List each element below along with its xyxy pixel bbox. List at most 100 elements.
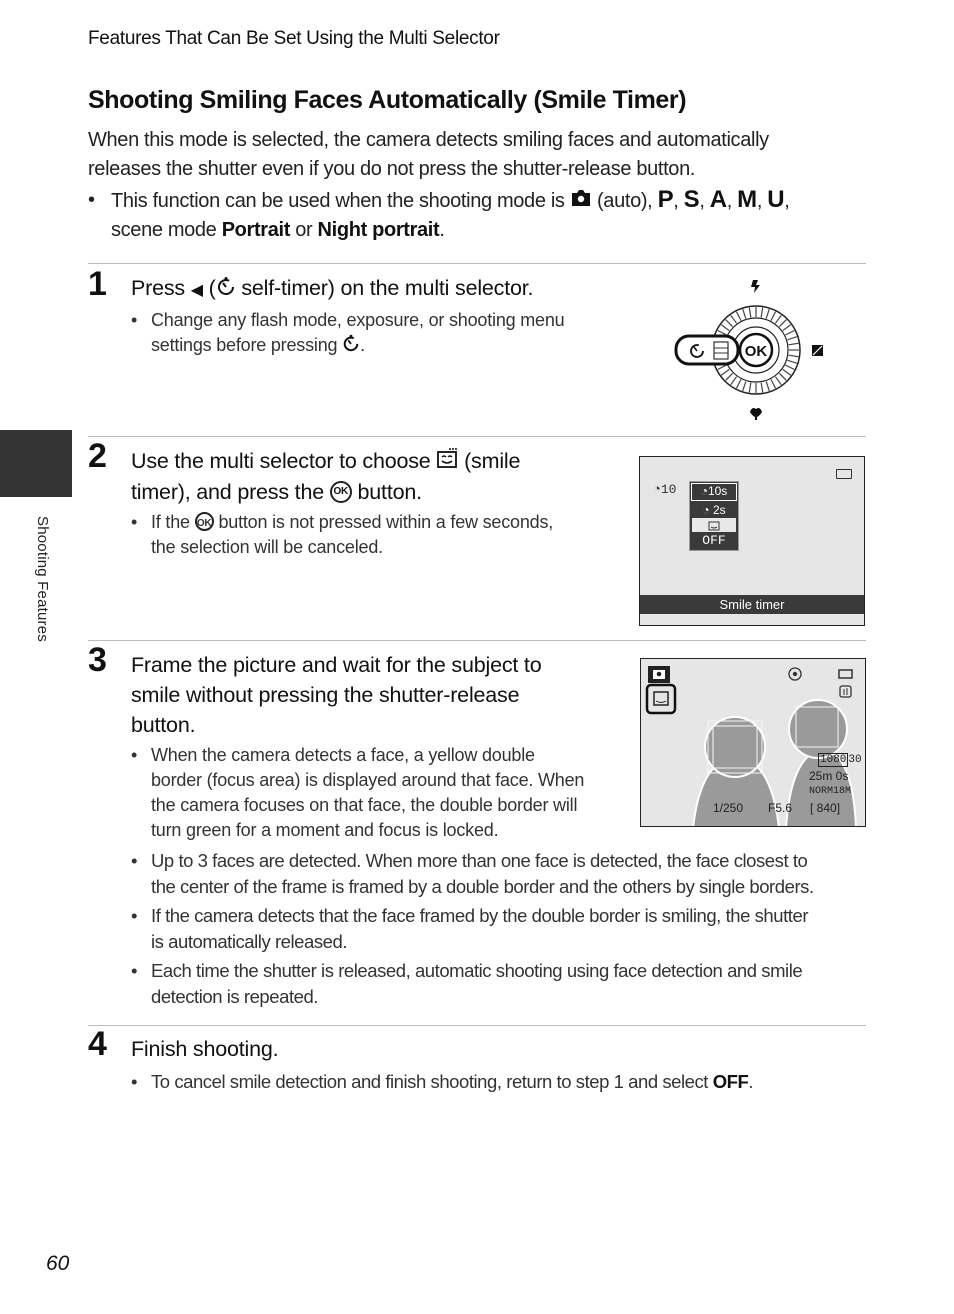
bullet-dot: • <box>131 905 138 926</box>
mode-m: M <box>737 186 757 213</box>
left-arrow-icon: ◀ <box>190 282 203 299</box>
modes-bullet: • This function can be used when the sho… <box>88 186 878 244</box>
off-label: OFF <box>712 1071 749 1092</box>
step-number: 2 <box>88 437 107 475</box>
step-title: Finish shooting. <box>131 1037 279 1061</box>
shutter-speed: 1/250 <box>713 801 744 815</box>
bullet-text: If the <box>151 512 190 532</box>
mode-p: P <box>657 186 674 213</box>
step-title-line: Frame the picture and wait for the subje… <box>131 653 542 677</box>
period: . <box>439 218 445 241</box>
step-number: 4 <box>88 1025 107 1063</box>
page-number: 60 <box>46 1252 70 1275</box>
step-bullet: • Up to 3 faces are detected. When more … <box>131 848 876 899</box>
current-timer-indicator: ◔10 <box>653 482 676 497</box>
bullet-dot: • <box>131 1071 138 1092</box>
bullet-dot: • <box>131 512 138 532</box>
step-title-text: Press <box>131 276 185 300</box>
vibration-reduction-icon <box>839 685 852 698</box>
self-timer-icon: ◔ <box>653 482 661 497</box>
bullet-text: the selection will be canceled. <box>151 537 383 557</box>
flash-icon <box>751 280 760 293</box>
smile-timer-icon <box>645 683 677 715</box>
battery-icon <box>836 469 852 479</box>
bullet-text: Change any flash mode, exposure, or shoo… <box>151 310 565 330</box>
menu-item-smile-timer[interactable] <box>692 518 736 532</box>
intro-line: When this mode is selected, the camera d… <box>88 129 769 151</box>
multi-selector-figure: OK <box>670 272 840 427</box>
step-title: Frame the picture and wait for the subje… <box>131 650 621 740</box>
bullet-text: border (focus area) is displayed around … <box>151 770 585 790</box>
bullet-dot: • <box>131 850 138 871</box>
bullet-dot: • <box>131 960 138 981</box>
screen-caption: Smile timer <box>640 595 864 614</box>
macro-icon <box>750 408 762 420</box>
step-title-text: (smile <box>464 449 521 473</box>
mode-s: S <box>683 186 700 213</box>
bullet-text: settings before pressing <box>151 335 338 355</box>
step-number: 3 <box>88 641 107 679</box>
camera-mode-icon <box>648 666 670 683</box>
face-detection-icon <box>788 667 802 681</box>
bullet-text: the center of the frame is framed by a d… <box>151 875 814 897</box>
timer-menu: ◔10s ◔ 2s OFF <box>689 481 739 551</box>
camera-screen-face-detection: 1080 30 25m 0s NORM18M 1/250 F5.6 [ 840] <box>640 658 866 827</box>
step-bullet: • If the camera detects that the face fr… <box>131 903 876 954</box>
chapter-tab <box>0 430 72 497</box>
menu-item-10s[interactable]: ◔10s <box>691 483 737 501</box>
intro-line: releases the shutter even if you do not … <box>88 158 696 180</box>
divider <box>88 640 866 641</box>
bullet-text: If the camera detects that the face fram… <box>151 905 809 926</box>
bullet-dot: • <box>131 745 138 765</box>
bullet-text: To cancel smile detection and finish sho… <box>151 1071 708 1092</box>
movie-size: 1080 <box>818 753 849 767</box>
night-portrait-label: Night portrait <box>317 218 440 241</box>
exposures-remaining: [ 840] <box>810 801 841 815</box>
step-bullet: • To cancel smile detection and finish s… <box>131 1069 876 1095</box>
bullet-text: turn green for a moment and focus is loc… <box>151 820 499 840</box>
movie-fps: 30 <box>848 754 862 766</box>
bullet-text: Up to 3 faces are detected. When more th… <box>151 850 808 871</box>
auto-label: (auto), <box>597 190 653 212</box>
step-title-text: Use the multi selector to choose <box>131 449 431 473</box>
intro-paragraph: When this mode is selected, the camera d… <box>88 126 868 184</box>
mode-u: U <box>767 186 785 213</box>
mode-a: A <box>709 186 727 213</box>
modes-text: This function can be used when the shoot… <box>111 190 565 212</box>
left-button-highlight <box>674 334 740 366</box>
step-title-text: button. <box>357 480 423 505</box>
ok-button-icon: OK <box>194 512 214 532</box>
current-timer-value: 10 <box>660 482 677 497</box>
battery-icon <box>838 669 853 679</box>
step-bullet: • Change any flash mode, exposure, or sh… <box>131 308 601 359</box>
step-bullet: • If the OK button is not pressed within… <box>131 510 611 560</box>
ok-button-label: OK <box>745 343 768 360</box>
divider <box>88 1025 866 1026</box>
bullet-text: detection is repeated. <box>151 985 318 1007</box>
step-number: 1 <box>88 265 107 303</box>
self-timer-icon <box>216 274 236 304</box>
menu-item-2s[interactable]: ◔ 2s <box>690 502 738 518</box>
remaining-movie-time: 25m 0s <box>809 769 849 783</box>
exposure-comp-icon <box>812 345 823 356</box>
step-title-text: self-timer) on the multi selector. <box>241 276 534 300</box>
aperture: F5.6 <box>768 801 793 815</box>
period: . <box>748 1071 754 1092</box>
menu-item-off[interactable]: OFF <box>690 532 738 550</box>
scene-mode-text: scene mode <box>111 218 217 241</box>
or-text: or <box>295 218 313 241</box>
self-timer-icon <box>342 334 360 359</box>
image-quality-size: NORM18M <box>809 786 851 797</box>
divider <box>88 263 866 264</box>
ok-button-icon: OK <box>329 481 352 504</box>
step-title: Use the multi selector to choose (smile … <box>131 446 611 507</box>
step-title-line: smile without pressing the shutter-relea… <box>131 683 520 707</box>
bullet-dot: • <box>88 189 95 211</box>
period: . <box>360 335 365 355</box>
portrait-label: Portrait <box>221 218 291 241</box>
bullet-text: When the camera detects a face, a yellow… <box>151 745 535 765</box>
step-bullet: • Each time the shutter is released, aut… <box>131 958 876 1009</box>
bullet-text: the camera focuses on that face, the dou… <box>151 795 578 815</box>
running-header: Features That Can Be Set Using the Multi… <box>88 28 500 49</box>
bullet-text: button is not pressed within a few secon… <box>218 512 554 532</box>
